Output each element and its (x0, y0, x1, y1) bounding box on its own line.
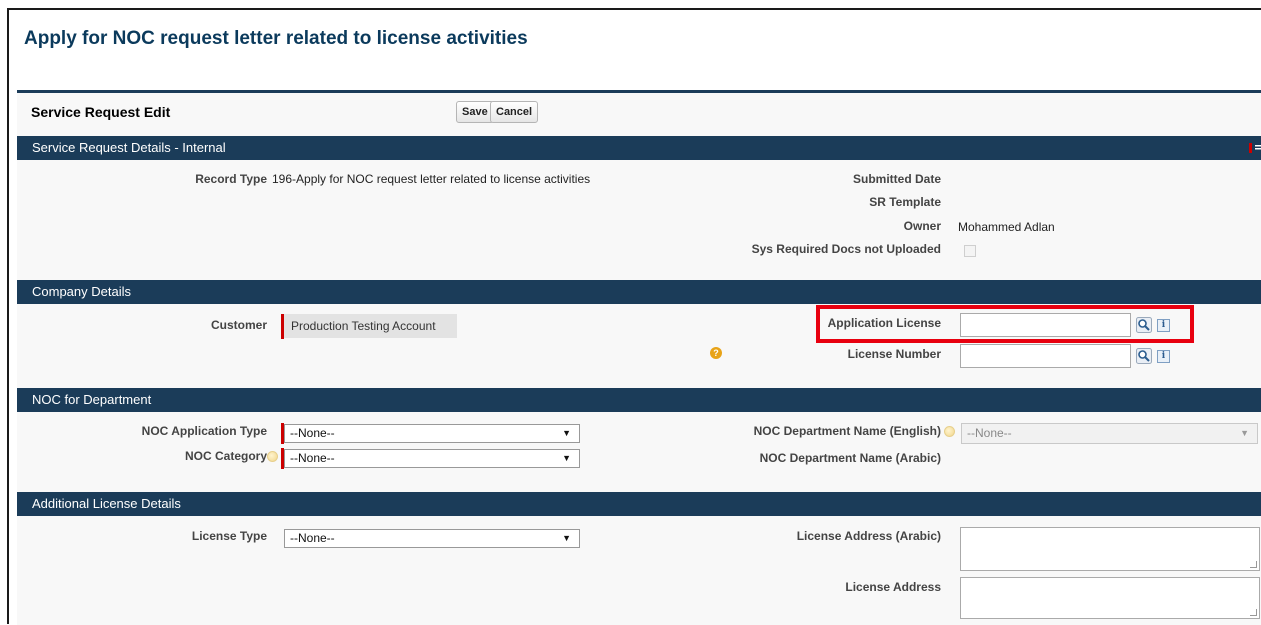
owner-label: Owner (903, 219, 941, 233)
customer-field[interactable]: Production Testing Account (284, 314, 457, 338)
panel-header: Service Request Edit Save Cancel (17, 93, 1261, 133)
help-icon[interactable]: ? (710, 347, 722, 359)
noc-category-label: NOC Category (184, 449, 267, 463)
panel-title: Service Request Edit (31, 104, 171, 120)
section-title: NOC for Department (32, 392, 152, 407)
save-button[interactable]: Save (456, 101, 494, 123)
license-type-label: License Type (191, 529, 267, 543)
section-header-additional[interactable]: Additional License Details (17, 492, 1261, 516)
section-collapse-icon[interactable] (1247, 142, 1261, 154)
noc-department-name-english-select[interactable]: --None-- ▼ (961, 423, 1258, 444)
section-title: Service Request Details - Internal (32, 140, 226, 155)
sys-required-docs-checkbox (964, 245, 976, 257)
help-hint-icon[interactable] (267, 451, 278, 462)
license-address-label: License Address (845, 580, 941, 594)
owner-value: Mohammed Adlan (958, 220, 1055, 234)
record-type-value: 196-Apply for NOC request letter related… (272, 172, 591, 186)
help-hint-icon[interactable] (944, 426, 955, 437)
highlight-box (816, 305, 1194, 343)
license-address-textarea[interactable] (960, 577, 1260, 619)
chevron-down-icon: ▼ (1240, 428, 1249, 438)
noc-application-type-label: NOC Application Type (141, 424, 267, 438)
lookup-magnifier-icon[interactable] (1136, 348, 1152, 364)
license-address-arabic-label: License Address (Arabic) (796, 529, 941, 543)
noc-department-name-arabic-label: NOC Department Name (Arabic) (759, 451, 941, 465)
submitted-date-label: Submitted Date (852, 172, 941, 186)
selected-value: --None-- (290, 426, 335, 440)
section-title: Company Details (32, 284, 131, 299)
selected-value: --None-- (290, 451, 335, 465)
license-number-label: License Number (847, 347, 941, 361)
service-request-edit-panel: Service Request Edit Save Cancel Service… (17, 90, 1261, 625)
section-header-noc[interactable]: NOC for Department (17, 388, 1261, 412)
section-header-internal[interactable]: Service Request Details - Internal (17, 136, 1261, 160)
noc-department-name-english-label: NOC Department Name (English) (753, 424, 941, 438)
selected-value: --None-- (967, 426, 1012, 440)
noc-application-type-select[interactable]: --None-- ▼ (284, 424, 580, 443)
cancel-button[interactable]: Cancel (490, 101, 539, 123)
customer-label: Customer (210, 318, 267, 332)
info-icon[interactable]: i (1157, 350, 1170, 363)
section-title: Additional License Details (32, 496, 181, 511)
selected-value: --None-- (290, 531, 335, 545)
chevron-down-icon: ▼ (562, 533, 571, 543)
license-number-input[interactable] (960, 344, 1131, 368)
record-type-label: Record Type (195, 172, 267, 186)
license-address-arabic-textarea[interactable] (960, 527, 1260, 571)
license-type-select[interactable]: --None-- ▼ (284, 529, 580, 548)
noc-category-select[interactable]: --None-- ▼ (284, 449, 580, 468)
page-title: Apply for NOC request letter related to … (24, 28, 528, 49)
chevron-down-icon: ▼ (562, 453, 571, 463)
sr-template-label: SR Template (869, 195, 941, 209)
sys-required-docs-label: Sys Required Docs not Uploaded (751, 242, 941, 256)
chevron-down-icon: ▼ (562, 428, 571, 438)
section-header-company[interactable]: Company Details (17, 280, 1261, 304)
